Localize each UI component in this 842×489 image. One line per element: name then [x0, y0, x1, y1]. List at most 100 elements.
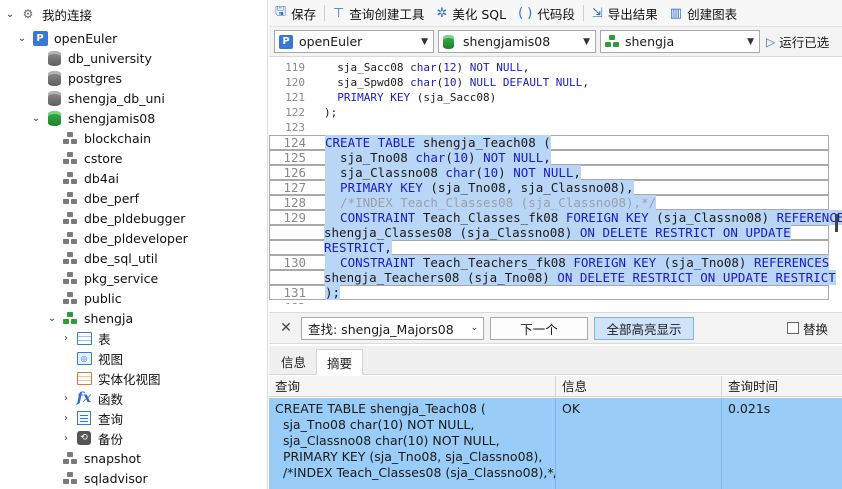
connection-select[interactable]: P openEuler ▼ [274, 30, 434, 53]
tree-object-item[interactable]: › 表 [0, 328, 267, 348]
schema-select[interactable]: shengja ▼ [600, 30, 760, 53]
chevron-right-icon[interactable]: › [60, 333, 72, 344]
run-selected-label: 运行已选 [779, 35, 830, 50]
beautify-sql-button[interactable]: ✲ 美化 SQL [430, 1, 512, 25]
table-row-query-cell[interactable]: CREATE TABLE shengja_Teach08 ( sja_Tno08… [269, 398, 556, 489]
tree-schema-item[interactable]: dbe_pldebugger [0, 208, 267, 228]
tab-summary[interactable]: 摘要 [316, 349, 364, 375]
run-selected-button[interactable]: ▷ 运行已选 [766, 32, 829, 51]
code-line[interactable]: 126 sja_Classno08 char(10) NOT NULL, [269, 165, 829, 180]
code-text: CONSTRAINT Teach_Teachers_fk08 FOREIGN K… [325, 255, 830, 270]
close-find-icon[interactable]: ✕ [275, 320, 297, 336]
code-line[interactable]: 127 PRIMARY KEY (sja_Tno08, sja_Classno0… [269, 180, 829, 195]
highlight-all-button[interactable]: 全部高亮显示 [594, 316, 694, 340]
chevron-down-icon[interactable]: ⌄ [4, 9, 16, 20]
tree-item-label: postgres [68, 70, 122, 86]
find-next-button[interactable]: 下一个 [490, 316, 588, 340]
code-line[interactable]: 124 CREATE TABLE shengja_Teach08 ( [269, 135, 829, 150]
chevron-right-icon[interactable]: › [60, 393, 72, 404]
sql-identifier: ) [456, 76, 470, 89]
code-line[interactable]: 129 CONSTRAINT Teach_Classes_fk08 FOREIG… [269, 210, 842, 225]
column-header-time[interactable]: 查询时间 [722, 376, 842, 397]
query-text-line: sja_Tno08 char(10) NOT NULL, [275, 417, 475, 432]
function-icon: fx [76, 390, 92, 406]
tree-root-my-connections[interactable]: ⌄ ⚙ 我的连接 [0, 4, 267, 24]
tree-object-item[interactable]: › ⟲ 备份 [0, 428, 267, 448]
tree-database-item[interactable]: shengja_db_uni [0, 88, 267, 108]
column-header-query[interactable]: 查询 [269, 376, 556, 397]
code-line[interactable]: 119 sja_Sacc08 char(12) NOT NULL, [269, 60, 829, 75]
tree-item-label: 函数 [98, 391, 124, 407]
chevron-down-icon[interactable]: ⌄ [16, 33, 28, 44]
code-snippet-button[interactable]: ( ) 代码段 [512, 1, 581, 25]
chevron-down-icon[interactable]: ⌄ [46, 313, 58, 324]
tree-object-item[interactable]: 实体化视图 [0, 368, 267, 388]
code-text [324, 120, 331, 135]
code-line[interactable]: 120 sja_Spwd08 char(10) NULL DEFAULT NUL… [269, 75, 829, 90]
code-line[interactable]: shengja_Teachers08 (sja_Tno08) ON DELETE… [269, 270, 836, 285]
code-line[interactable]: 122); [269, 105, 829, 120]
database-select-value: shengjamis08 [463, 34, 551, 49]
code-line[interactable]: 128 /*INDEX Teach_Classes08 (sja_Classno… [269, 195, 829, 210]
chevron-down-icon[interactable]: ⌄ [470, 323, 478, 333]
chevron-right-icon[interactable]: › [60, 413, 72, 424]
query-builder-button[interactable]: ⊤ 查询创建工具 [327, 1, 430, 25]
code-line[interactable]: 130 CONSTRAINT Teach_Teachers_fk08 FOREI… [269, 255, 830, 270]
table-row-info-cell[interactable]: OK [556, 398, 722, 489]
create-chart-button[interactable]: ▥ 创建图表 [664, 1, 743, 25]
tree-connection-openeuler[interactable]: ⌄ P openEuler [0, 28, 267, 48]
tree-schema-shengja[interactable]: ⌄ shengja [0, 308, 267, 328]
tree-object-item[interactable]: › fx 函数 [0, 388, 267, 408]
tree-database-shengjamis08[interactable]: ⌄ shengjamis08 [0, 108, 267, 128]
tree-schema-item[interactable]: cstore [0, 148, 267, 168]
export-results-label: 导出结果 [607, 6, 658, 22]
tab-info[interactable]: 信息 [271, 348, 316, 374]
query-text-line: sja_Classno08 char(10) NOT NULL, [275, 433, 500, 448]
code-line[interactable]: RESTRICT, [269, 240, 829, 255]
editor-scrollbar-thumb[interactable] [835, 214, 838, 232]
tree-schema-item[interactable]: db4ai [0, 168, 267, 188]
tree-schema-item[interactable]: dbe_perf [0, 188, 267, 208]
tree-schema-item[interactable]: snapshot [0, 448, 267, 468]
tree-schema-item[interactable]: pkg_service [0, 268, 267, 288]
tree-item-label: sqladvisor [84, 470, 148, 486]
code-line[interactable]: 131); [269, 285, 829, 300]
tree-schema-item[interactable]: sqladvisor [0, 468, 267, 488]
chevron-right-icon[interactable]: › [60, 433, 72, 444]
schema-icon [62, 270, 78, 286]
tree-database-item[interactable]: db_university [0, 48, 267, 68]
database-select[interactable]: shengjamis08 ▼ [438, 30, 596, 53]
line-number: 129 [283, 210, 306, 225]
code-line[interactable]: 125 sja_Tno08 char(10) NOT NULL, [269, 150, 829, 165]
export-icon: ⇲ [591, 5, 603, 21]
column-header-info[interactable]: 信息 [556, 376, 722, 397]
line-number: 121 [285, 91, 305, 104]
database-icon [46, 70, 62, 86]
sql-identifier: shengja_Classes08 (sja_Classno08) [324, 225, 580, 240]
replace-checkbox[interactable]: 替换 [786, 319, 828, 338]
sql-editor[interactable]: 119 sja_Sacc08 char(12) NOT NULL, 120 sja… [269, 58, 842, 304]
chevron-down-icon[interactable]: ⌄ [30, 113, 42, 124]
code-text: /*INDEX Teach_Classes08 (sja_Classno08),… [325, 195, 657, 210]
tree-schema-item[interactable]: public [0, 288, 267, 308]
sql-identifier: (sja_Classno08) [656, 210, 777, 225]
save-button[interactable]: 🖫 保存 [269, 1, 322, 25]
sql-identifier: ) [456, 61, 470, 74]
code-line[interactable]: 123 [269, 120, 829, 135]
tree-schema-item[interactable]: dbe_pldeveloper [0, 228, 267, 248]
tree-schema-item[interactable]: blockchain [0, 128, 267, 148]
code-line[interactable]: 121 PRIMARY KEY (sja_Sacc08) [269, 90, 829, 105]
code-line[interactable]: shengja_Classes08 (sja_Classno08) ON DEL… [269, 225, 829, 240]
connection-select-value: openEuler [299, 34, 363, 49]
code-line[interactable]: 132 [269, 300, 829, 304]
tree-object-item[interactable]: › 查询 [0, 408, 267, 428]
tree-schema-item[interactable]: dbe_sql_util [0, 248, 267, 268]
tree-database-item[interactable]: postgres [0, 68, 267, 88]
export-results-button[interactable]: ⇲ 导出结果 [586, 1, 664, 25]
line-number: 130 [283, 255, 306, 270]
find-input[interactable]: 查找: shengja_Majors08 ⌄ [301, 316, 484, 340]
table-row-time-cell[interactable]: 0.021s [722, 398, 842, 489]
context-selector-bar: P openEuler ▼ shengjamis08 ▼ shengja ▼ ▷… [269, 27, 842, 57]
checkbox-icon[interactable] [786, 322, 799, 334]
tree-object-item[interactable]: ◎ 视图 [0, 348, 267, 368]
